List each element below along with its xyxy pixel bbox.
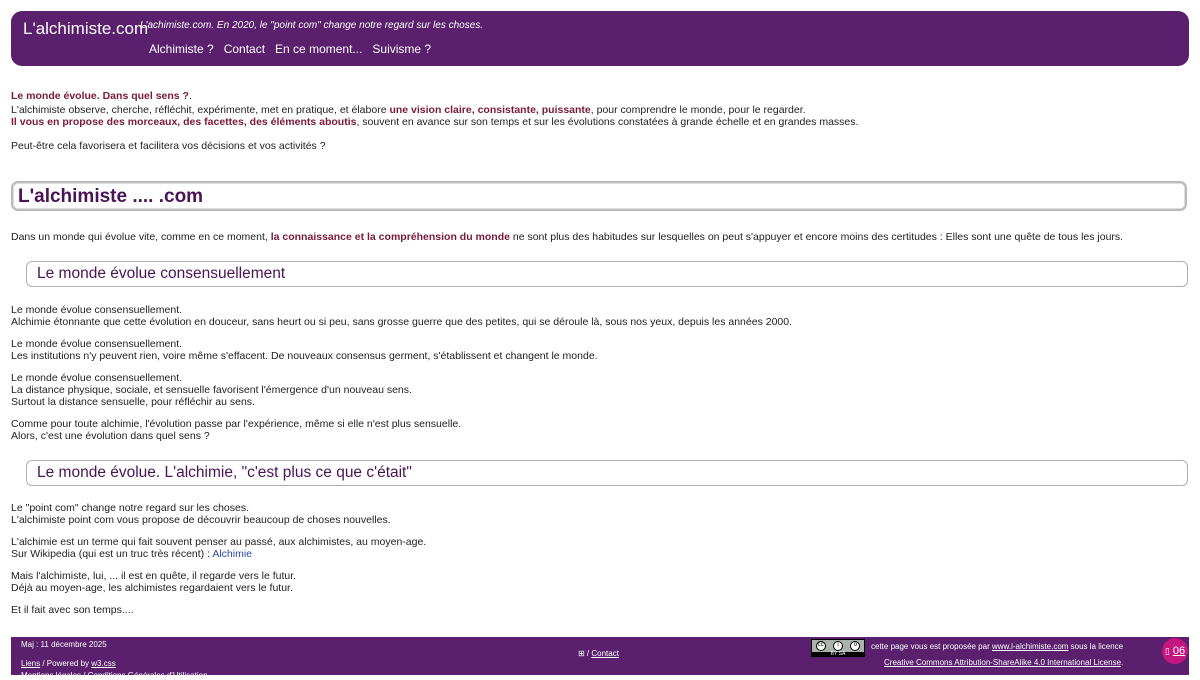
- nav-en-ce-moment[interactable]: En ce moment...: [270, 42, 367, 56]
- wikipedia-alchimie-link[interactable]: Alchimie: [212, 548, 252, 560]
- floating-badge-button[interactable]: ▯ 06: [1162, 638, 1188, 664]
- intro-line-3: Il vous en propose des morceaux, des fac…: [11, 116, 859, 128]
- cc-license-link[interactable]: Creative Commons Attribution-ShareAlike …: [884, 658, 1121, 667]
- nav-contact[interactable]: Contact: [219, 42, 270, 56]
- footer-contact: ⊞ / Contact: [578, 649, 619, 658]
- cc-license-badge-icon[interactable]: cc i o BY SA: [811, 639, 865, 657]
- footer-contact-link[interactable]: Contact: [591, 649, 619, 658]
- intro-section: Le monde évolue. Dans quel sens ?. L'alc…: [11, 90, 1181, 152]
- intro-line-2: L'alchimiste observe, cherche, réfléchit…: [11, 104, 806, 116]
- section1-title-box: Le monde évolue consensuellement: [26, 261, 1188, 287]
- site-title[interactable]: L'alchimiste.com: [23, 19, 148, 39]
- section1-body: Le monde évolue consensuellement. Alchim…: [11, 304, 793, 442]
- main-paragraph: Dans un monde qui évolue vite, comme en …: [11, 231, 1124, 243]
- last-update: Maj : 11 décembre 2025: [21, 640, 107, 649]
- top-header-bar: L'alchimiste.com L'achimiste.com. En 202…: [11, 11, 1189, 66]
- nav-suivisme[interactable]: Suivisme ?: [367, 42, 436, 56]
- main-title: L'alchimiste .... .com: [18, 186, 204, 207]
- badge-icon: ▯: [1164, 646, 1170, 656]
- license-line-1: cette page vous est proposée par www.l-a…: [871, 642, 1124, 651]
- main-nav: Alchimiste ? Contact En ce moment... Sui…: [144, 42, 436, 56]
- footer-links-line: Liens / Powered by w3.css: [21, 659, 116, 668]
- section2-title: Le monde évolue. L'alchimie, "c'est plus…: [37, 464, 412, 481]
- footer: Maj : 11 décembre 2025 Liens / Powered b…: [11, 637, 1189, 680]
- w3css-link[interactable]: w3.css: [91, 659, 115, 668]
- liens-link[interactable]: Liens: [21, 659, 40, 668]
- section2-body: Le "point com" change notre regard sur l…: [11, 502, 427, 616]
- site-tagline: L'achimiste.com. En 2020, le "point com"…: [140, 20, 484, 31]
- nav-alchimiste[interactable]: Alchimiste ?: [144, 42, 219, 56]
- badge-label: 06: [1172, 645, 1186, 657]
- intro-line-4: Peut-être cela favorisera et facilitera …: [11, 140, 326, 152]
- license-line-2: Creative Commons Attribution-ShareAlike …: [884, 658, 1124, 667]
- mentions-legales-link[interactable]: Mentions légales / Conditions Générales …: [21, 671, 208, 680]
- section1-title: Le monde évolue consensuellement: [37, 265, 286, 282]
- intro-line-1: Le monde évolue. Dans quel sens ?.: [11, 90, 192, 102]
- site-link[interactable]: www.l-alchimiste.com: [992, 642, 1068, 651]
- section2-title-box: Le monde évolue. L'alchimie, "c'est plus…: [26, 460, 1188, 486]
- main-title-box: L'alchimiste .... .com: [11, 181, 1187, 211]
